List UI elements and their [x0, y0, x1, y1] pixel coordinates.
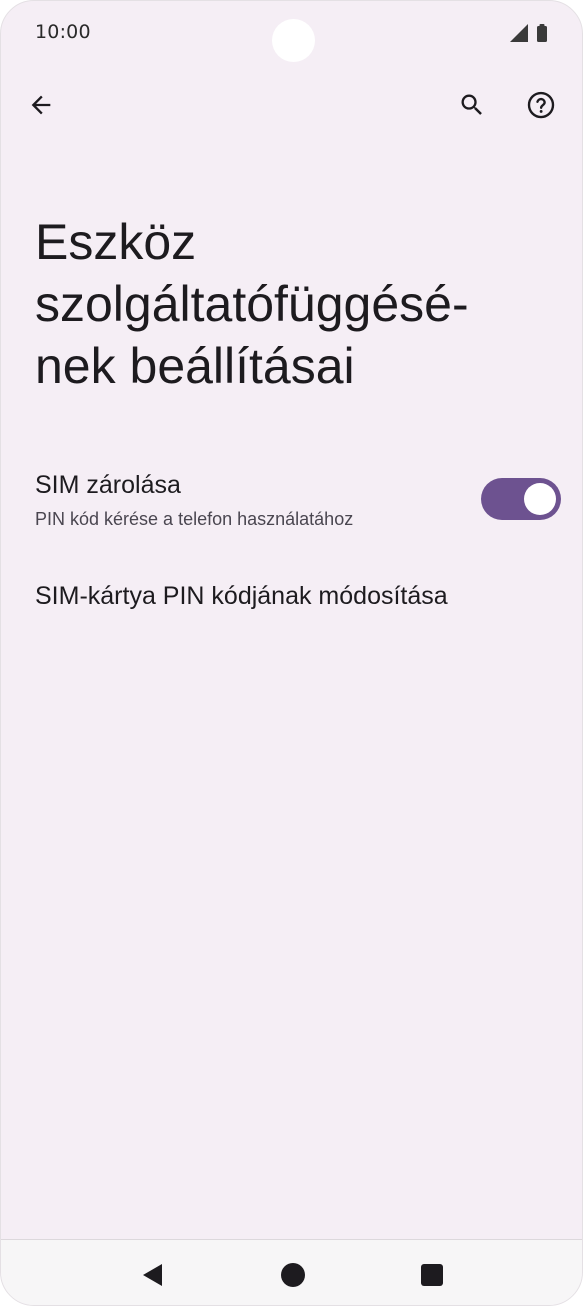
camera-cutout: [272, 19, 315, 62]
page-title-line-1: Eszköz: [35, 214, 197, 270]
setting-sim-lock[interactable]: SIM zárolása PIN kód kérése a telefon ha…: [1, 463, 582, 541]
help-icon: [527, 91, 555, 119]
sim-lock-toggle[interactable]: [481, 478, 561, 520]
navigation-bar: [1, 1239, 582, 1305]
nav-recents-icon: [421, 1264, 443, 1286]
status-bar: 10:00: [1, 1, 582, 67]
phone-screen: 10:00 Eszköz szolgáltatófüggésé- nek beá…: [0, 0, 583, 1306]
page-title: Eszköz szolgáltatófüggésé- nek beállítás…: [35, 211, 555, 397]
change-pin-title: SIM-kártya PIN kódjának módosítása: [35, 582, 448, 610]
nav-home-button[interactable]: [268, 1250, 318, 1300]
search-icon: [461, 94, 482, 115]
nav-home-icon: [281, 1263, 305, 1287]
back-arrow-icon: [31, 95, 51, 115]
status-icons: [508, 23, 550, 43]
nav-back-icon: [143, 1264, 162, 1286]
app-bar: [1, 73, 582, 137]
toggle-thumb: [524, 483, 556, 515]
page-title-line-2: szolgáltatófüggésé-: [35, 276, 469, 332]
status-time: 10:00: [35, 21, 91, 43]
battery-icon: [537, 26, 547, 42]
page-title-line-3: nek beállításai: [35, 338, 355, 394]
sim-lock-title: SIM zárolása: [35, 471, 181, 499]
sim-lock-summary: PIN kód kérése a telefon használatához: [35, 509, 354, 529]
nav-recents-button[interactable]: [407, 1250, 457, 1300]
setting-change-sim-pin[interactable]: SIM-kártya PIN kódjának módosítása: [1, 569, 582, 631]
back-button[interactable]: [17, 81, 65, 129]
help-button[interactable]: [517, 81, 565, 129]
signal-icon: [510, 24, 528, 42]
nav-back-button[interactable]: [128, 1250, 178, 1300]
search-button[interactable]: [448, 81, 496, 129]
